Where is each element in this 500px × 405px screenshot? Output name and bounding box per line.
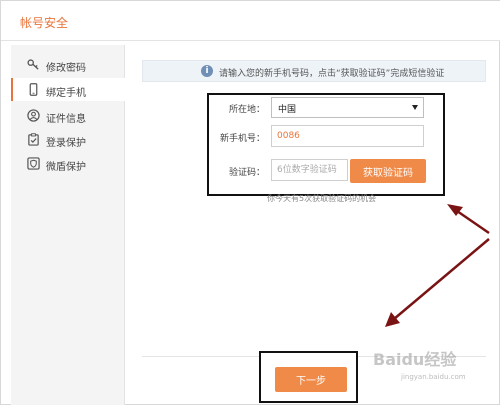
- sidebar-item-id-info[interactable]: 证件信息: [11, 104, 125, 127]
- location-select[interactable]: 中国: [271, 97, 424, 118]
- info-notice: i 请输入您的新手机号码，点击“获取验证码”完成短信验证: [142, 60, 486, 82]
- window-title: 帐号安全: [20, 16, 69, 30]
- user-icon: [27, 109, 40, 122]
- shield-icon: [27, 157, 40, 170]
- arrow-to-form: [447, 204, 490, 235]
- attempts-hint: 你今天有5次获取验证码的机会: [267, 194, 377, 203]
- sidebar-item-label: 绑定手机: [46, 88, 86, 99]
- phone-icon: [29, 83, 38, 96]
- sidebar-item-shield-protection[interactable]: 微盾保护: [11, 152, 125, 175]
- phone-input[interactable]: [271, 125, 424, 147]
- sidebar-item-change-password[interactable]: 修改密码: [11, 53, 125, 76]
- sidebar-item-label: 微盾保护: [46, 162, 86, 173]
- sidebar-item-login-protection[interactable]: 登录保护: [11, 128, 125, 151]
- clipboard-check-icon: [28, 133, 39, 146]
- sidebar: 修改密码 绑定手机 证件信息 登录保护 微盾保护: [11, 45, 125, 405]
- chevron-down-icon: [412, 105, 418, 110]
- watermark-url: jingyan.baidu.com: [401, 373, 466, 381]
- title-bar: 帐号安全: [1, 1, 500, 41]
- watermark-logo: Baidu经验: [373, 350, 457, 369]
- verification-code-input[interactable]: [271, 159, 348, 181]
- location-value: 中国: [278, 105, 297, 115]
- next-step-button[interactable]: 下一步: [275, 367, 347, 392]
- account-security-window: 帐号安全 修改密码 绑定手机 证件信息 登录保护 微盾保护 i 请输入您的新手机…: [0, 0, 500, 405]
- info-icon: i: [201, 65, 213, 77]
- sidebar-item-bind-phone[interactable]: 绑定手机: [11, 78, 125, 101]
- location-label: 所在地：: [228, 105, 265, 115]
- phone-label: 新手机号：: [219, 134, 265, 144]
- code-label: 验证码：: [228, 168, 265, 178]
- sidebar-item-label: 修改密码: [46, 63, 86, 74]
- get-code-button[interactable]: 获取验证码: [350, 159, 426, 183]
- sidebar-item-label: 证件信息: [46, 114, 86, 125]
- key-icon: [27, 59, 39, 70]
- arrow-to-next: [385, 238, 490, 327]
- notice-text: 请输入您的新手机号码，点击“获取验证码”完成短信验证: [219, 69, 445, 79]
- sidebar-item-label: 登录保护: [46, 138, 86, 149]
